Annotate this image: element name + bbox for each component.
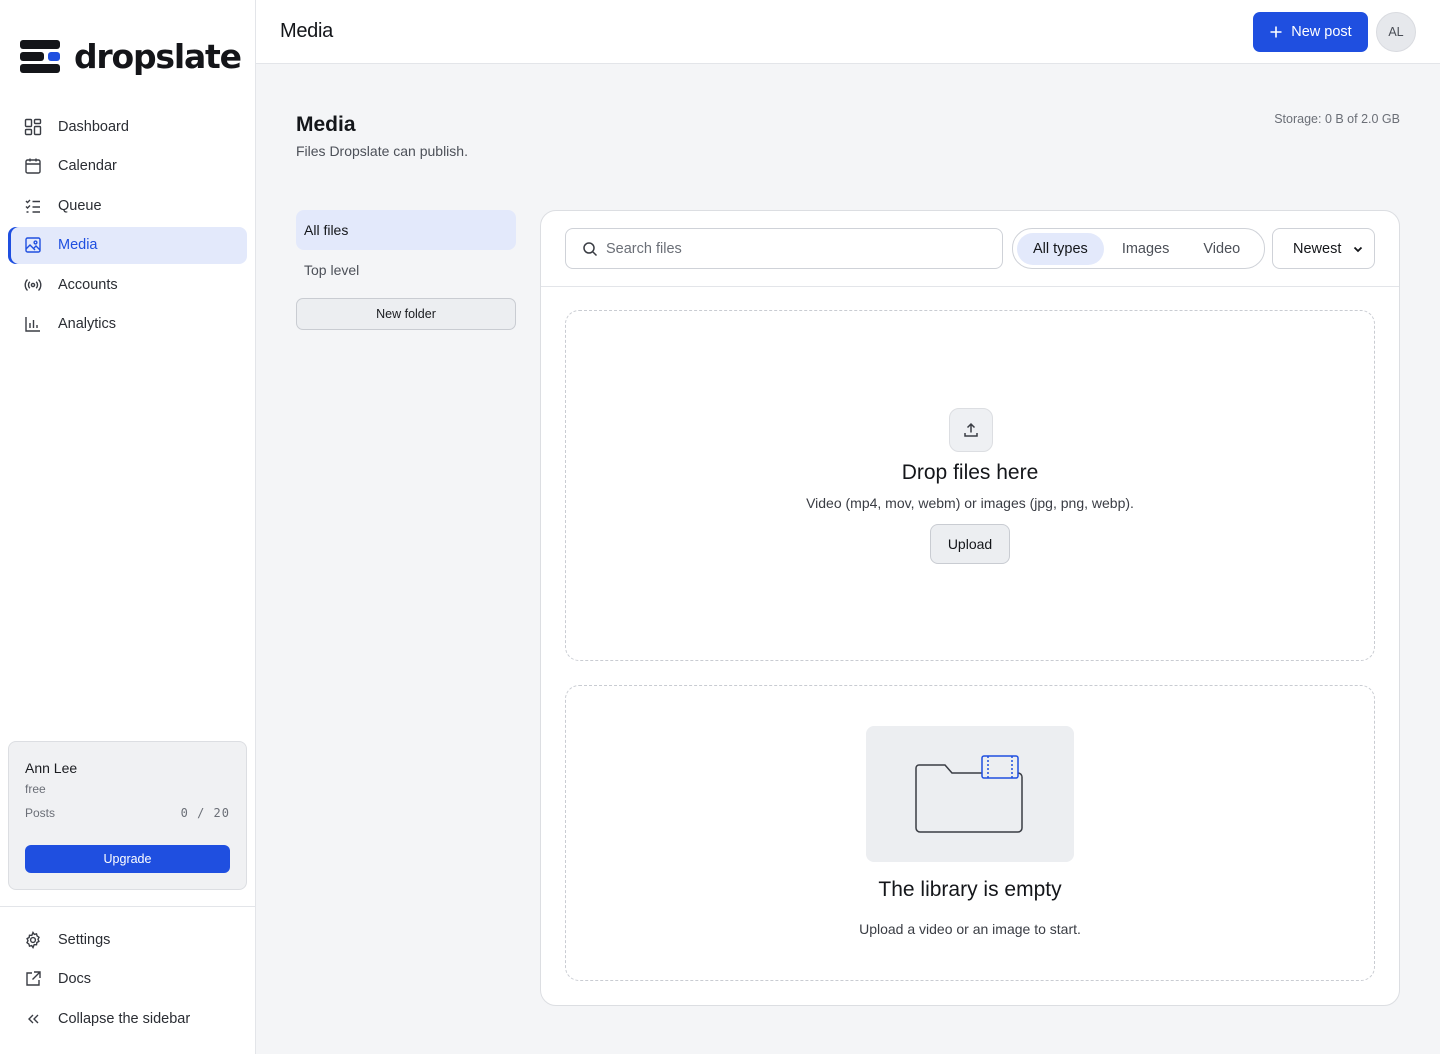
top-bar: Media New post AL: [256, 0, 1440, 64]
upload-dropzone[interactable]: Drop files here Video (mp4, mov, webm) o…: [565, 310, 1375, 661]
plan-user-name: Ann Lee: [25, 760, 78, 776]
sidebar-item-label: Settings: [58, 931, 111, 948]
sidebar-item-accounts[interactable]: Accounts: [8, 266, 247, 303]
folder-all-files[interactable]: All files: [296, 210, 516, 250]
dropzone-title: Drop files here: [901, 461, 1039, 484]
sidebar-item-media[interactable]: Media: [8, 226, 247, 264]
brand-logo[interactable]: dropslate: [20, 36, 242, 76]
sidebar-nav: Dashboard Calendar Queue Media Accounts …: [8, 108, 247, 345]
sort-selected-value: Newest: [1293, 240, 1342, 257]
empty-state-hint: Upload a video or an image to start.: [859, 921, 1081, 937]
sidebar-item-dashboard[interactable]: Dashboard: [8, 108, 247, 145]
sidebar-bottom-nav: Settings Docs Collapse the sidebar: [8, 921, 247, 1040]
sidebar-item-label: Media: [58, 237, 98, 253]
sidebar: dropslate Dashboard Calendar Queue Media…: [0, 0, 256, 1054]
dashboard-grid-icon: [24, 118, 42, 135]
new-post-label: New post: [1291, 24, 1352, 40]
upload-icon: [964, 422, 978, 437]
double-chevron-left-icon: [28, 1014, 39, 1023]
media-library-panel: All types Images Video Newest Drop files…: [540, 210, 1400, 1006]
sidebar-item-docs[interactable]: Docs: [8, 961, 247, 998]
sidebar-item-settings[interactable]: Settings: [8, 921, 247, 958]
sort-select[interactable]: Newest: [1272, 228, 1375, 269]
filter-all-types[interactable]: All types: [1017, 232, 1104, 265]
plan-tier: free: [25, 782, 46, 796]
type-filter: All types Images Video: [1012, 228, 1265, 269]
upgrade-button[interactable]: Upgrade: [25, 845, 230, 873]
calendar-icon: [25, 158, 41, 174]
posts-usage-value: 0 / 20: [180, 806, 230, 820]
sidebar-item-label: Analytics: [58, 316, 117, 332]
sidebar-item-label: Dashboard: [58, 118, 129, 135]
posts-usage-label: Posts: [25, 806, 56, 820]
sidebar-item-label: Collapse the sidebar: [58, 1010, 191, 1027]
folder-top-level[interactable]: Top level: [296, 250, 516, 290]
plan-card: Ann Lee free Posts 0 / 20 Upgrade: [8, 741, 247, 890]
filter-images[interactable]: Images: [1106, 233, 1186, 265]
sidebar-item-label: Calendar: [58, 158, 117, 174]
upload-button[interactable]: Upload: [930, 524, 1010, 564]
search-box[interactable]: [565, 228, 1003, 269]
avatar[interactable]: AL: [1376, 12, 1416, 52]
checklist-icon: [25, 199, 40, 213]
sidebar-item-calendar[interactable]: Calendar: [8, 148, 247, 185]
sidebar-item-analytics[interactable]: Analytics: [8, 306, 247, 343]
header-title: Media: [280, 20, 333, 42]
sidebar-item-label: Accounts: [58, 276, 118, 293]
logo-mark-icon: [20, 38, 60, 74]
toolbar-divider: [541, 286, 1399, 287]
empty-state-title: The library is empty: [878, 878, 1062, 901]
new-post-button[interactable]: New post: [1253, 12, 1368, 52]
gear-icon: [26, 930, 40, 949]
folder-film-icon: [915, 755, 1023, 833]
brand-name: dropslate: [74, 36, 242, 76]
sidebar-divider: [0, 906, 256, 907]
collapse-sidebar-button[interactable]: Collapse the sidebar: [8, 1000, 247, 1037]
new-folder-button[interactable]: New folder: [296, 298, 516, 330]
filter-video[interactable]: Video: [1187, 233, 1256, 265]
storage-usage: Storage: 0 B of 2.0 GB: [1274, 112, 1400, 126]
empty-state: The library is empty Upload a video or a…: [565, 685, 1375, 981]
external-link-icon: [26, 971, 41, 986]
sidebar-item-label: Queue: [58, 197, 102, 214]
empty-illustration: [866, 726, 1074, 862]
plus-icon: [1270, 26, 1282, 38]
upload-icon-tile: [949, 408, 993, 452]
page-title: Media: [296, 113, 356, 136]
dropzone-hint: Video (mp4, mov, webm) or images (jpg, p…: [806, 495, 1134, 511]
bar-chart-icon: [25, 317, 40, 332]
search-icon: [583, 241, 598, 256]
search-input[interactable]: [606, 240, 986, 257]
page-subtitle: Files Dropslate can publish.: [296, 143, 468, 159]
sidebar-item-queue[interactable]: Queue: [8, 187, 247, 224]
broadcast-icon: [24, 278, 42, 291]
image-icon: [25, 237, 41, 253]
sidebar-item-label: Docs: [58, 971, 92, 987]
chevron-down-icon: [1353, 246, 1363, 253]
